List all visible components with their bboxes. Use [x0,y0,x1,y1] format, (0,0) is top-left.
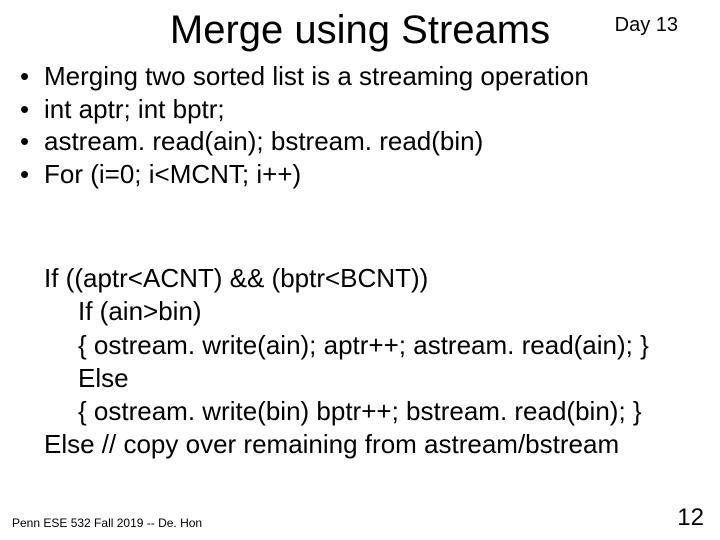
code-line: Else [44,362,704,395]
code-line: If (ain>bin) [44,295,704,328]
bullet-text: int aptr; int bptr; [44,93,700,126]
code-line: If ((aptr<ACNT) && (bptr<BCNT)) [44,262,704,295]
bullet-dot: • [20,93,44,126]
slide: Day 13 Merge using Streams • Merging two… [0,0,720,540]
bullet-item: • Merging two sorted list is a streaming… [20,60,700,93]
code-line: { ostream. write(bin) bptr++; bstream. r… [44,395,704,428]
code-block: If ((aptr<ACNT) && (bptr<BCNT)) If (ain>… [44,262,704,462]
bullet-dot: • [20,125,44,158]
bullet-list: • Merging two sorted list is a streaming… [20,60,700,190]
bullet-dot: • [20,60,44,93]
bullet-text: For (i=0; i<MCNT; i++) [44,158,700,191]
bullet-text: astream. read(ain); bstream. read(bin) [44,125,700,158]
bullet-item: • int aptr; int bptr; [20,93,700,126]
code-line: Else // copy over remaining from astream… [44,428,704,461]
slide-title: Merge using Streams [0,8,720,53]
page-number: 12 [677,504,704,532]
bullet-text: Merging two sorted list is a streaming o… [44,60,700,93]
footer-text: Penn ESE 532 Fall 2019 -- De. Hon [12,516,202,530]
bullet-item: • astream. read(ain); bstream. read(bin) [20,125,700,158]
bullet-dot: • [20,158,44,191]
code-line: { ostream. write(ain); aptr++; astream. … [44,329,704,362]
bullet-item: • For (i=0; i<MCNT; i++) [20,158,700,191]
